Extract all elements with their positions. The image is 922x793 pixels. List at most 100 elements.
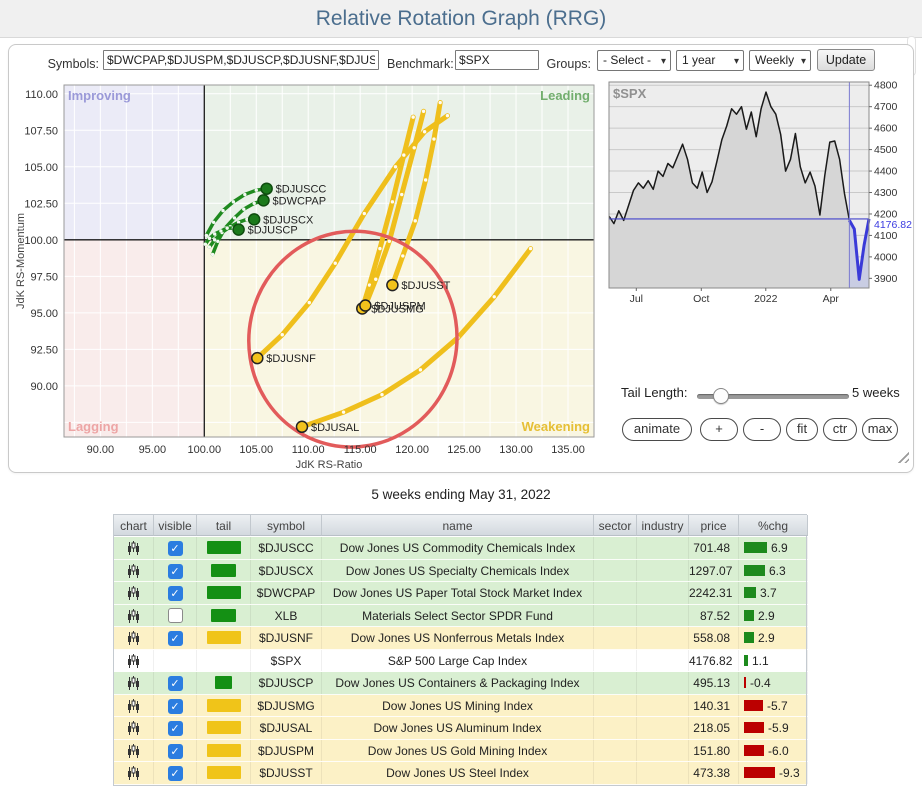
sector-cell (594, 740, 637, 762)
range-select[interactable]: 1 year ▾ (676, 50, 744, 71)
table-row-XLB: XLBMaterials Select Sector SPDR Fund87.5… (114, 605, 806, 628)
spx-chart-title: $SPX (613, 86, 647, 101)
groups-select-value: - Select - (603, 53, 651, 67)
max-button[interactable]: max (862, 418, 898, 441)
center-button[interactable]: ctr (823, 418, 857, 441)
slider-handle[interactable] (713, 388, 729, 404)
sector-cell (594, 582, 637, 604)
visible-checkbox[interactable]: ✓ (168, 744, 183, 759)
chart-icon[interactable] (127, 654, 140, 669)
rrg-head-$DJUSCP[interactable] (233, 224, 244, 235)
table-row-$DJUSCX: ✓$DJUSCXDow Jones US Specialty Chemicals… (114, 560, 806, 583)
industry-cell (637, 560, 689, 582)
tail-swatch-green (207, 586, 241, 599)
visible-cell: ✓ (154, 582, 197, 604)
quadrant-label-improving: Improving (68, 88, 131, 103)
visible-checkbox[interactable]: ✓ (168, 631, 183, 646)
chart-icon[interactable] (127, 586, 140, 601)
column-header-visible[interactable]: visible (154, 515, 197, 536)
visible-checkbox[interactable] (168, 608, 183, 623)
pct-change-value: -5.7 (767, 699, 788, 713)
chart-icon[interactable] (127, 699, 140, 714)
panel-resize-handle[interactable] (895, 449, 909, 463)
animate-button[interactable]: animate (622, 418, 692, 441)
update-button[interactable]: Update (817, 49, 875, 71)
chart-icon[interactable] (127, 609, 140, 624)
interval-select[interactable]: Weekly ▾ (749, 50, 811, 71)
visible-cell (154, 650, 197, 672)
industry-cell (637, 717, 689, 739)
column-header-chart[interactable]: chart (114, 515, 154, 536)
last-price-label: 4176.82 (874, 219, 912, 231)
svg-text:115.00: 115.00 (344, 444, 377, 456)
column-header-price[interactable]: price (689, 515, 739, 536)
chart-icon[interactable] (127, 766, 140, 781)
zoom-in-button[interactable]: + (700, 418, 738, 441)
pct-change-bar (744, 767, 775, 778)
tail-swatch-green (207, 541, 241, 554)
chart-cell (114, 537, 154, 559)
svg-text:4300: 4300 (874, 187, 898, 199)
tail-swatch-green (215, 676, 232, 689)
svg-text:107.50: 107.50 (24, 125, 58, 137)
column-header-name[interactable]: name (322, 515, 594, 536)
pct-change-bar (744, 610, 754, 621)
svg-text:100.00: 100.00 (187, 444, 221, 456)
svg-text:3900: 3900 (874, 273, 898, 285)
rrg-label-$DJUSNF: $DJUSNF (266, 353, 316, 365)
pct-change-bar (744, 722, 764, 733)
column-header-industry[interactable]: industry (637, 515, 689, 536)
visible-checkbox[interactable]: ✓ (168, 564, 183, 579)
chart-icon[interactable] (127, 744, 140, 759)
visible-checkbox[interactable]: ✓ (168, 541, 183, 556)
groups-select[interactable]: - Select - ▾ (597, 50, 671, 71)
rrg-head-$DJUSCC[interactable] (261, 183, 272, 194)
rrg-head-$DJUSAL[interactable] (296, 421, 307, 432)
pct-change-cell: 3.7 (739, 582, 808, 604)
quadrant-label-lagging: Lagging (68, 419, 119, 434)
tail-swatch-green (211, 609, 236, 622)
svg-text:90.00: 90.00 (30, 381, 58, 393)
name-cell: Materials Select Sector SPDR Fund (322, 605, 594, 627)
industry-cell (637, 650, 689, 672)
chart-icon[interactable] (127, 564, 140, 579)
sector-cell (594, 650, 637, 672)
rrg-head-$DJUSST[interactable] (387, 280, 398, 291)
column-header-pctchg[interactable]: %chg (739, 515, 808, 536)
visible-checkbox[interactable]: ✓ (168, 699, 183, 714)
column-header-tail[interactable]: tail (197, 515, 251, 536)
pct-change-cell: 2.9 (739, 605, 808, 627)
zoom-out-button[interactable]: - (743, 418, 781, 441)
price-cell: 4176.82 (689, 650, 739, 672)
pct-change-cell: 2.9 (739, 627, 808, 649)
visible-checkbox[interactable]: ✓ (168, 766, 183, 781)
chart-icon[interactable] (127, 721, 140, 736)
chart-icon[interactable] (127, 676, 140, 691)
column-header-sector[interactable]: sector (594, 515, 637, 536)
rrg-head-$DWCPAP[interactable] (258, 195, 269, 206)
tail-cell (197, 762, 251, 784)
page-title: Relative Rotation Graph (RRG) (0, 0, 922, 38)
price-cell: 218.05 (689, 717, 739, 739)
rrg-head-$DJUSPM[interactable] (360, 300, 371, 311)
symbol-cell: XLB (251, 605, 322, 627)
rrg-head-$DJUSCX[interactable] (249, 214, 260, 225)
chart-cell (114, 717, 154, 739)
symbols-input[interactable] (103, 50, 379, 70)
benchmark-input[interactable] (455, 50, 539, 70)
pct-change-value: 2.9 (758, 609, 775, 623)
table-row-$DJUSAL: ✓$DJUSALDow Jones US Aluminum Index218.0… (114, 717, 806, 740)
table-row-$DJUSST: ✓$DJUSSTDow Jones US Steel Index473.38-9… (114, 762, 806, 785)
rrg-head-$DJUSNF[interactable] (252, 353, 263, 364)
fit-button[interactable]: fit (786, 418, 818, 441)
visible-checkbox[interactable]: ✓ (168, 676, 183, 691)
visible-checkbox[interactable]: ✓ (168, 721, 183, 736)
table-row-$DJUSNF: ✓$DJUSNFDow Jones US Nonferrous Metals I… (114, 627, 806, 650)
column-header-symbol[interactable]: symbol (251, 515, 322, 536)
chart-icon[interactable] (127, 541, 140, 556)
chart-icon[interactable] (127, 631, 140, 646)
symbol-cell: $DJUSCP (251, 672, 322, 694)
tail-swatch-yellow (207, 721, 241, 734)
sector-cell (594, 672, 637, 694)
visible-checkbox[interactable]: ✓ (168, 586, 183, 601)
